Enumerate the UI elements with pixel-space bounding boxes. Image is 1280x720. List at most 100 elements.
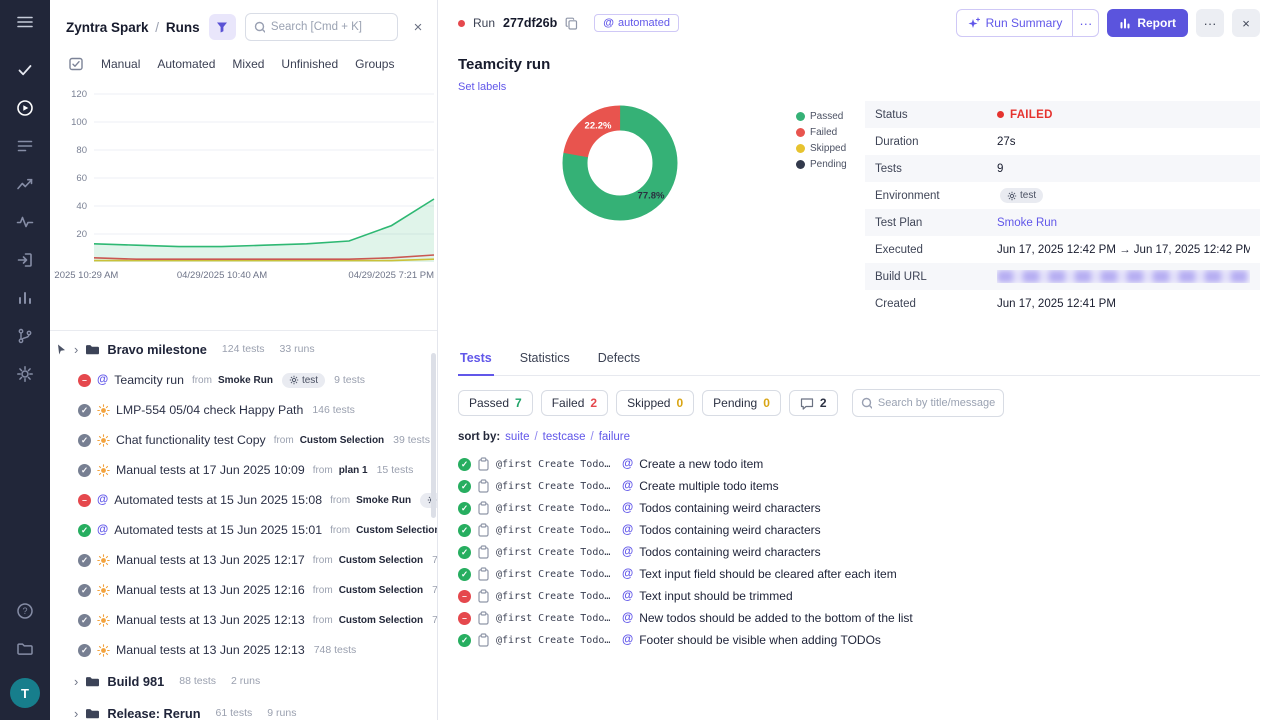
milestone-row[interactable]: › Build 981 88 tests 2 runs	[50, 665, 437, 697]
test-row[interactable]: – @first Create Todos… @ New todos should b…	[458, 607, 1260, 629]
comment-icon	[800, 397, 814, 410]
run-source: plan 1	[338, 464, 368, 476]
svg-text:60: 60	[76, 173, 87, 184]
panel-search-input[interactable]	[270, 21, 389, 33]
test-row[interactable]: ✓ @first Create Todos… @ Todos containing w…	[458, 519, 1260, 541]
run-row[interactable]: – @ Teamcity run from Smoke Run test 9 tests	[50, 365, 437, 395]
run-row[interactable]: ✓ Manual tests at 13 Jun 2025 12:17 from Cu…	[50, 545, 437, 575]
legend-label: Skipped	[810, 143, 847, 154]
pulse-icon[interactable]	[16, 213, 34, 231]
breadcrumb: Zyntra Spark / Runs	[66, 20, 200, 35]
run-row[interactable]: ✓ Manual tests at 13 Jun 2025 12:13 748 te…	[50, 635, 437, 665]
detail-value: FAILED	[997, 109, 1250, 121]
user-avatar[interactable]: T	[10, 678, 40, 708]
panel-close-button[interactable]: ×	[407, 20, 429, 35]
close-run-button[interactable]: ×	[1232, 9, 1260, 37]
status-failed-icon: –	[78, 493, 91, 507]
status-finished-icon: ✓	[78, 463, 91, 477]
test-suite: @first Create Todos…	[496, 480, 616, 492]
test-row[interactable]: ✓ @first Create Todos… @ Todos containing w…	[458, 541, 1260, 563]
test-row[interactable]: ✓ @first Create Todos… @ Footer should be v…	[458, 629, 1260, 651]
run-row[interactable]: ✓ @ Automated tests at 15 Jun 2025 15:01 fr…	[50, 515, 437, 545]
panel-tab-groups[interactable]: Groups	[355, 57, 394, 71]
run-detail-tabs: Tests Statistics Defects	[458, 347, 1260, 376]
run-tests-count: 748 tests	[432, 554, 437, 566]
run-summary-more-button[interactable]: ···	[1073, 9, 1100, 37]
panel-tab-unfinished[interactable]: Unfinished	[281, 57, 338, 71]
tab-tests[interactable]: Tests	[458, 347, 494, 376]
group-tests-count: 124 tests	[221, 343, 265, 355]
legend-item-passed: Passed	[796, 111, 847, 122]
test-title: New todos should be added to the bottom …	[639, 611, 913, 625]
panel-tab-automated[interactable]: Automated	[157, 57, 215, 71]
run-row[interactable]: ✓ LMP-554 05/04 check Happy Path 146 tests	[50, 395, 437, 425]
detail-value: 27s	[997, 135, 1016, 148]
run-source: Custom Selection	[338, 614, 424, 626]
run-row[interactable]: – @ Automated tests at 15 Jun 2025 15:08 fr…	[50, 485, 437, 515]
tests-search-input[interactable]	[877, 397, 995, 409]
status-passed-icon: ✓	[78, 523, 91, 537]
breadcrumb-project[interactable]: Zyntra Spark	[66, 20, 149, 35]
folder-icon	[85, 675, 100, 688]
milestone-row[interactable]: › Release: Rerun 61 tests 9 runs	[50, 697, 437, 720]
run-summary-button[interactable]: Run Summary	[955, 9, 1074, 37]
chevron-right-icon[interactable]: ›	[74, 342, 78, 357]
import-icon[interactable]	[16, 251, 34, 269]
status-passed-icon: ✓	[458, 633, 471, 647]
help-icon[interactable]: ?	[16, 602, 34, 620]
panel-scrollbar[interactable]	[431, 353, 436, 518]
copy-run-id-icon[interactable]	[565, 17, 578, 30]
run-source: Smoke Run	[217, 374, 273, 386]
more-options-button[interactable]: ···	[1196, 9, 1224, 37]
sort-option-failure[interactable]: failure	[599, 431, 630, 443]
app-root: ? T Zyntra Spark / Runs ×	[0, 0, 1280, 720]
sort-option-testcase[interactable]: testcase	[543, 431, 586, 443]
filter-button[interactable]	[208, 14, 236, 40]
filter-chip-passed[interactable]: Passed 7	[458, 390, 533, 416]
reports-chart-icon[interactable]	[16, 289, 34, 307]
filter-chip-skipped[interactable]: Skipped 0	[616, 390, 695, 416]
checklist-icon[interactable]	[68, 56, 84, 72]
run-row[interactable]: ✓ Manual tests at 13 Jun 2025 12:13 from Cu…	[50, 605, 437, 635]
tab-statistics[interactable]: Statistics	[518, 347, 572, 375]
filter-chip-failed[interactable]: Failed 2	[540, 390, 609, 416]
branches-icon[interactable]	[16, 327, 34, 345]
panel-tab-mixed[interactable]: Mixed	[232, 57, 264, 71]
milestone-row[interactable]: › Bravo milestone 124 tests 33 runs	[50, 333, 437, 365]
detail-row: Environment test	[865, 182, 1260, 209]
test-row[interactable]: ✓ @first Create Todos… @ Create a new todo …	[458, 453, 1260, 475]
manual-sun-icon	[97, 643, 110, 657]
tasks-check-icon[interactable]	[16, 61, 34, 79]
chevron-right-icon[interactable]: ›	[74, 674, 78, 689]
svg-text:80: 80	[76, 145, 87, 156]
report-button[interactable]: Report	[1107, 9, 1188, 37]
run-row[interactable]: ✓ Chat functionality test Copy from Custom …	[50, 425, 437, 455]
automated-icon: @	[622, 524, 634, 536]
filter-chip-comments[interactable]: 2	[788, 390, 838, 416]
clipboard-icon	[477, 479, 490, 493]
detail-row: Status FAILED	[865, 101, 1260, 128]
analytics-trend-icon[interactable]	[16, 175, 34, 193]
test-suite: @first Create Todos…	[496, 546, 616, 558]
settings-gear-icon[interactable]	[16, 365, 34, 383]
sort-option-suite[interactable]: suite	[505, 431, 529, 443]
svg-text:120: 120	[71, 89, 87, 100]
status-failed-icon: –	[458, 589, 471, 603]
set-labels-link[interactable]: Set labels	[458, 81, 518, 93]
run-name: Automated tests at 15 Jun 2025 15:01	[114, 523, 323, 537]
chevron-right-icon[interactable]: ›	[74, 706, 78, 720]
run-row[interactable]: ✓ Manual tests at 17 Jun 2025 10:09 from pl…	[50, 455, 437, 485]
projects-folder-icon[interactable]	[16, 640, 34, 658]
test-plan-link[interactable]: Smoke Run	[997, 217, 1057, 229]
test-row[interactable]: – @first Create Todos… @ Text input should …	[458, 585, 1260, 607]
tab-defects[interactable]: Defects	[596, 347, 642, 375]
suites-list-icon[interactable]	[16, 137, 34, 155]
test-row[interactable]: ✓ @first Create Todos… @ Create multiple to…	[458, 475, 1260, 497]
test-row[interactable]: ✓ @first Create Todos… @ Text input field s…	[458, 563, 1260, 585]
test-row[interactable]: ✓ @first Create Todos… @ Todos containing w…	[458, 497, 1260, 519]
filter-chip-pending[interactable]: Pending 0	[702, 390, 781, 416]
panel-tab-manual[interactable]: Manual	[101, 57, 140, 71]
run-row[interactable]: ✓ Manual tests at 13 Jun 2025 12:16 from Cu…	[50, 575, 437, 605]
menu-icon[interactable]	[16, 13, 34, 31]
runs-play-icon[interactable]	[16, 99, 34, 117]
